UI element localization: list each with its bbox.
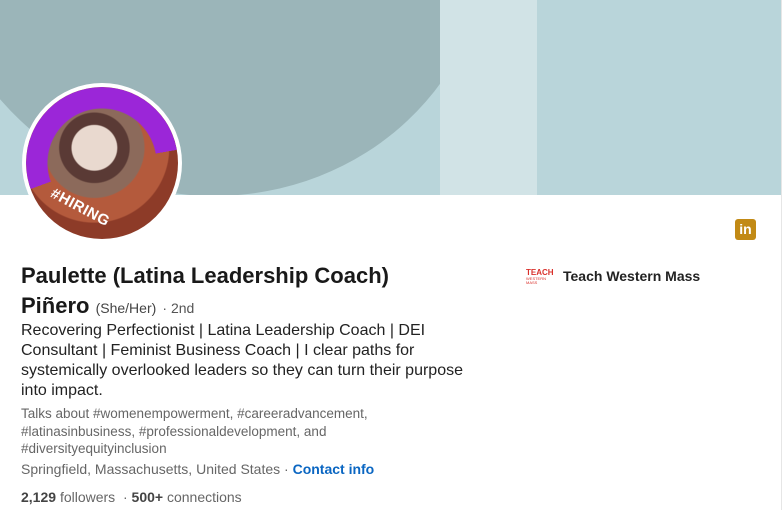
pronouns: (She/Her) [95, 300, 157, 316]
contact-info-link[interactable]: Contact info [293, 461, 375, 477]
connection-degree: · 2nd [162, 300, 195, 316]
name-line-1: Paulette (Latina Leadership Coach) [21, 263, 389, 288]
location-text: Springfield, Massachusetts, United State… [21, 461, 289, 477]
company-name: Teach Western Mass [563, 268, 701, 284]
company-logo: TEACH WESTERN MASS [526, 268, 554, 285]
linkedin-icon: in [735, 219, 756, 240]
profile-name: Paulette (Latina Leadership Coach) Piñer… [21, 261, 491, 323]
followers-count: 2,129 [21, 489, 57, 505]
current-company[interactable]: TEACH WESTERN MASS Teach Western Mass [526, 266, 700, 286]
followers-link[interactable]: 2,129 followers [21, 489, 115, 505]
talks-about: Talks about #womenempowerment, #careerad… [21, 406, 368, 456]
connections-link[interactable]: 500+ connections [132, 489, 242, 505]
followers-label: followers [59, 489, 116, 505]
banner-stripe [440, 0, 537, 195]
profile-card: #HIRING in Paulette (Latina Leadership C… [0, 0, 782, 510]
connections-count: 500+ [131, 489, 164, 505]
stats-separator: · [122, 489, 128, 505]
name-line-2: Piñero [21, 293, 90, 318]
avatar-photo: #HIRING [26, 87, 178, 239]
company-logo-subtext: WESTERN MASS [526, 276, 546, 285]
profile-headline: Recovering Perfectionist | Latina Leader… [21, 322, 463, 399]
location-row: Springfield, Massachusetts, United State… [21, 461, 374, 478]
profile-avatar[interactable]: #HIRING [22, 83, 182, 243]
connections-label: connections [166, 489, 242, 505]
network-stats: 2,129 followers · 500+ connections [21, 489, 242, 506]
